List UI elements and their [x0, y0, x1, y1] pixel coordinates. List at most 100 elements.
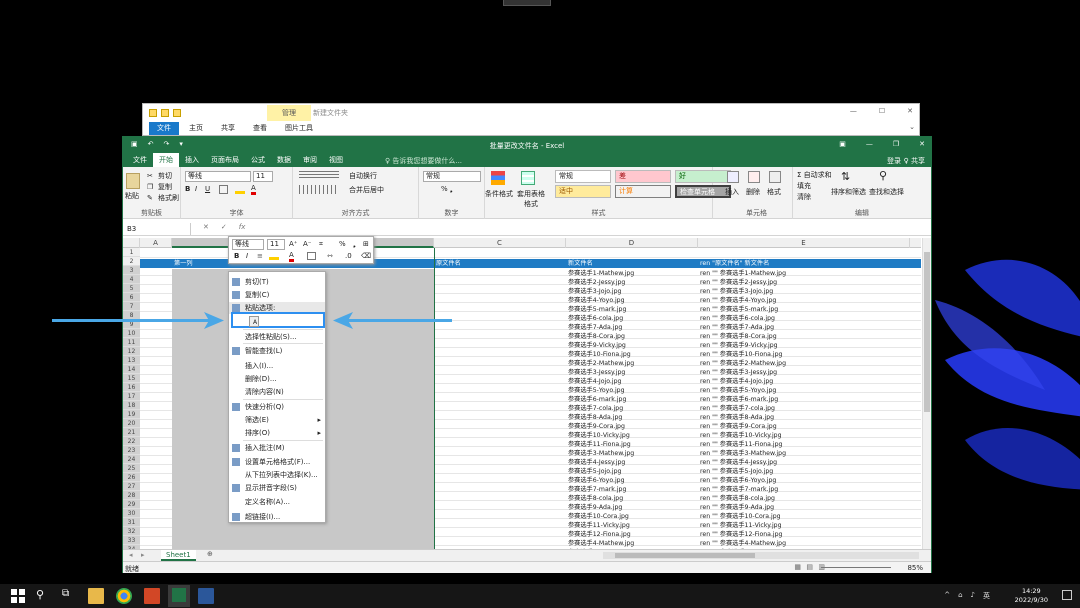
cell-new-filename[interactable]: 参赛选手6-mark.jpg — [566, 395, 626, 404]
grow-font-icon[interactable]: A⁺ — [289, 240, 297, 248]
cell-new-filename[interactable]: 参赛选手8-cola.jpg — [566, 494, 623, 503]
cell-ren-command[interactable]: ren "" 参赛选手9-Vicky.jpg — [698, 341, 778, 350]
sort-filter-icon[interactable]: ⇅ — [841, 170, 855, 184]
cell-ren-command[interactable]: ren "" 参赛选手11-Vicky.jpg — [698, 521, 782, 530]
tab-review[interactable]: 审阅 — [297, 153, 323, 167]
row-header[interactable]: 26 — [123, 473, 140, 482]
cell-new-filename[interactable]: 参赛选手3-Jessy.jpg — [566, 368, 625, 377]
cell-new-filename[interactable]: 参赛选手6-cola.jpg — [566, 314, 623, 323]
header-cell-c[interactable]: 原文件名 — [434, 259, 461, 268]
border-icon[interactable] — [219, 185, 228, 194]
format-painter-button[interactable]: ✎ 格式刷 — [147, 193, 179, 203]
minimize-icon[interactable]: — — [866, 140, 873, 148]
undo-icon[interactable]: ↶ — [148, 140, 154, 148]
find-select-button[interactable]: 查找和选择 — [869, 187, 904, 197]
number-format-select[interactable]: 常规 — [423, 171, 481, 182]
context-menu-item[interactable]: 复制(C) — [229, 289, 325, 301]
row-header[interactable]: 19 — [123, 410, 140, 419]
context-menu-item[interactable]: 插入(I)... — [229, 360, 325, 372]
close-icon[interactable]: ✕ — [907, 107, 913, 115]
cell-ren-command[interactable]: ren "" 参赛选手8-Cora.jpg — [698, 332, 777, 341]
row-header[interactable]: 18 — [123, 401, 140, 410]
explorer-tab-picture-tools[interactable]: 图片工具 — [277, 122, 321, 135]
cell-new-filename[interactable]: 参赛选手9-Ada.jpg — [566, 503, 622, 512]
header-cell-d[interactable]: 新文件名 — [566, 259, 593, 268]
sheet-nav-left-icon[interactable]: ◂ — [129, 551, 133, 559]
cell-new-filename[interactable]: 参赛选手4-Jojo.jpg — [566, 377, 621, 386]
powerpoint-icon[interactable] — [144, 588, 160, 604]
format-button[interactable]: 格式 — [767, 187, 781, 197]
context-menu-item[interactable]: 定义名称(A)... — [229, 496, 325, 508]
clock[interactable]: 14:29 2022/9/30 — [1015, 587, 1048, 605]
cell-ren-command[interactable]: ren "" 参赛选手3-Jojo.jpg — [698, 287, 773, 296]
fill-button[interactable]: 填充 — [797, 181, 811, 191]
cell-new-filename[interactable]: 参赛选手4-Jessy.jpg — [566, 458, 625, 467]
explorer-tab-home[interactable]: 主页 — [181, 122, 211, 135]
row-header[interactable]: 33 — [123, 536, 140, 545]
cell-ren-command[interactable]: ren "" 参赛选手12-Fiona.jpg — [698, 530, 783, 539]
search-icon[interactable]: ⚲ — [879, 169, 893, 183]
align-center-icon[interactable]: ≡ — [257, 252, 263, 260]
cell-new-filename[interactable]: 参赛选手6-Yoyo.jpg — [566, 476, 625, 485]
paste-icon[interactable] — [126, 173, 140, 189]
eraser-icon[interactable]: ⌫ — [361, 252, 371, 260]
align-icons[interactable] — [299, 171, 339, 180]
row-header[interactable]: 25 — [123, 464, 140, 473]
context-menu-item[interactable]: 剪切(T) — [229, 276, 325, 288]
cell-new-filename[interactable]: 参赛选手5-Yoyo.jpg — [566, 386, 625, 395]
delete-cells-icon[interactable] — [748, 171, 760, 183]
cell-new-filename[interactable]: 参赛选手5-Jojo.jpg — [566, 467, 621, 476]
cell-ren-command[interactable]: ren "" 参赛选手5-mark.jpg — [698, 305, 778, 314]
horizontal-scrollbar[interactable] — [603, 552, 919, 559]
cell-ren-command[interactable]: ren "" 参赛选手5-Yoyo.jpg — [698, 386, 776, 395]
table-format-button[interactable]: 套用表格格式 — [515, 189, 547, 209]
search-icon[interactable]: ⚲ — [36, 588, 52, 604]
style-normal[interactable]: 常规 — [555, 170, 611, 183]
cell-new-filename[interactable]: 参赛选手10-Fiona.jpg — [566, 350, 631, 359]
explorer-manage-tab[interactable]: 管理 — [267, 105, 311, 121]
context-menu-item[interactable]: 智能查找(L) — [229, 345, 325, 357]
context-menu-item[interactable]: 插入批注(M) — [229, 442, 325, 454]
row-header[interactable]: 13 — [123, 356, 140, 365]
sheet-tab-sheet1[interactable]: Sheet1 — [161, 550, 196, 561]
cell-new-filename[interactable]: 参赛选手3-Jojo.jpg — [566, 287, 621, 296]
italic-button[interactable]: I — [195, 185, 197, 193]
column-header-f[interactable]: F — [910, 238, 921, 248]
network-icon[interactable]: ⌂ — [958, 591, 962, 601]
tab-home[interactable]: 开始 — [153, 153, 179, 167]
cell-new-filename[interactable]: 参赛选手5-mark.jpg — [566, 305, 626, 314]
file-explorer-icon[interactable] — [88, 588, 104, 604]
bold-button[interactable]: B — [185, 185, 190, 193]
column-header-d[interactable]: D — [566, 238, 698, 248]
tab-formulas[interactable]: 公式 — [245, 153, 271, 167]
format-cells-icon[interactable] — [769, 171, 781, 183]
cell-ren-command[interactable]: ren "" 参赛选手3-Mathew.jpg — [698, 449, 786, 458]
explorer-tab-file[interactable]: 文件 — [149, 122, 179, 135]
cell-new-filename[interactable]: 参赛选手4-Yoyo.jpg — [566, 296, 625, 305]
tab-data[interactable]: 数据 — [271, 153, 297, 167]
restore-icon[interactable]: ❐ — [893, 140, 899, 148]
mini-italic-button[interactable]: I — [246, 252, 248, 260]
row-header[interactable]: 7 — [123, 302, 140, 311]
wrap-text-button[interactable]: 自动换行 — [349, 171, 377, 181]
format-painter-icon[interactable]: ⊞ — [363, 240, 369, 248]
redo-icon[interactable]: ↷ — [164, 140, 170, 148]
row-header[interactable]: 4 — [123, 275, 140, 284]
cell-ren-command[interactable]: ren "" 参赛选手7-cola.jpg — [698, 404, 775, 413]
cell-ren-command[interactable]: ren "" 参赛选手6-cola.jpg — [698, 314, 775, 323]
minimize-icon[interactable]: — — [850, 107, 857, 115]
cell-ren-command[interactable]: ren "" 参赛选手5-Jojo.jpg — [698, 467, 773, 476]
mini-font-color-icon[interactable]: A — [289, 251, 294, 262]
font-name-select[interactable]: 等线 — [185, 171, 251, 182]
name-box[interactable]: B3 — [125, 223, 191, 235]
cell-ren-command[interactable]: ren "" 参赛选手2-Jessy.jpg — [698, 278, 777, 287]
cell-new-filename[interactable]: 参赛选手10-Cora.jpg — [566, 512, 629, 521]
percent-button[interactable]: % ❟ — [441, 185, 453, 194]
number-format-icon[interactable]: ⌗ — [319, 240, 323, 249]
new-folder-icon[interactable] — [173, 109, 181, 117]
add-sheet-icon[interactable]: ⊕ — [207, 550, 213, 558]
view-page-layout-icon[interactable]: ▤ — [806, 563, 813, 571]
mini-bold-button[interactable]: B — [234, 252, 239, 260]
volume-icon[interactable]: ♪ — [971, 591, 975, 601]
cell-new-filename[interactable]: 参赛选手2-Mathew.jpg — [566, 359, 634, 368]
